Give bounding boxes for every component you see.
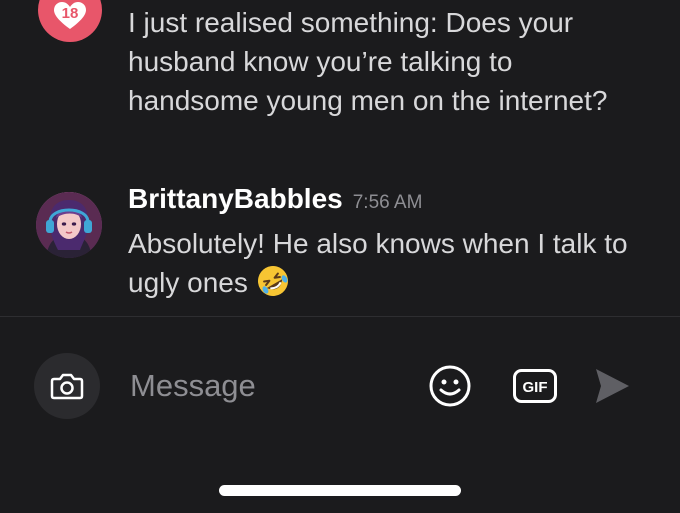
gif-label: GIF bbox=[523, 379, 548, 396]
gif-button[interactable]: GIF bbox=[513, 369, 557, 403]
message-text: I just realised something: Does your hus… bbox=[128, 7, 608, 116]
home-indicator[interactable] bbox=[219, 485, 461, 496]
divider bbox=[0, 316, 680, 317]
message-header: BrittanyBabbles 7:56 AM bbox=[128, 183, 422, 215]
camera-button[interactable] bbox=[34, 353, 100, 419]
message-input[interactable] bbox=[130, 364, 400, 408]
heart-icon: 18 bbox=[53, 2, 87, 30]
message-body: Absolutely! He also knows when I talk to… bbox=[128, 228, 628, 298]
badge-number: 18 bbox=[61, 5, 79, 22]
send-icon[interactable] bbox=[592, 367, 632, 405]
chat-screen: 18 I just realised something: Does your … bbox=[0, 0, 680, 513]
author-name[interactable]: BrittanyBabbles bbox=[128, 183, 343, 215]
message-timestamp: 7:56 AM bbox=[352, 192, 423, 213]
avatar[interactable] bbox=[36, 192, 102, 258]
message-text: Absolutely! He also knows when I talk to… bbox=[128, 224, 648, 302]
user-avatar-badge[interactable]: 18 bbox=[38, 0, 102, 42]
camera-icon bbox=[50, 373, 84, 400]
emoji-picker-icon[interactable] bbox=[428, 364, 472, 408]
rolling-on-floor-laughing-icon bbox=[257, 266, 288, 296]
